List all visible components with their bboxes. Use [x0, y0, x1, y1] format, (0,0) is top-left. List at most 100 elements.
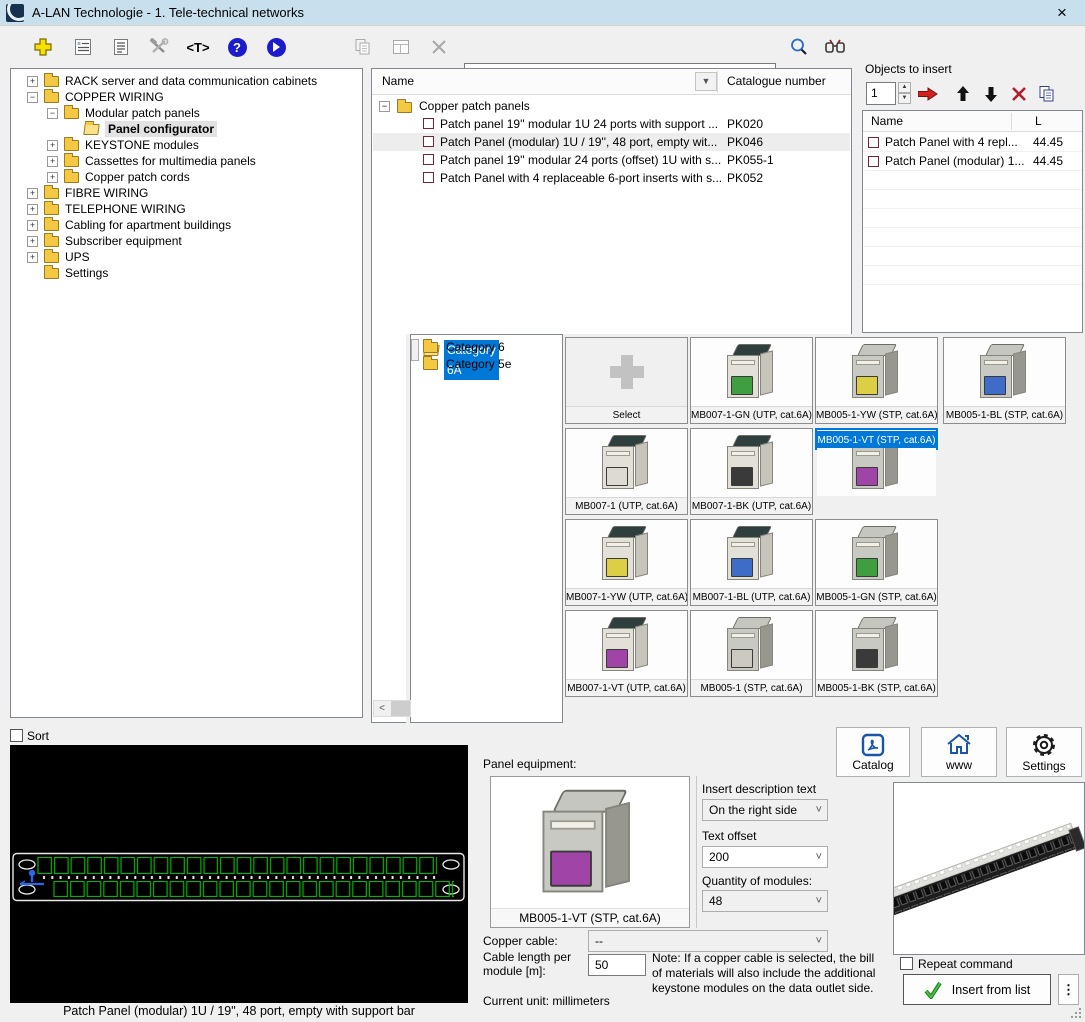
tools-button[interactable] — [146, 34, 172, 60]
module-tile-selected[interactable]: MB005-1-VT (STP, cat.6A) — [815, 428, 938, 450]
scroll-left-icon[interactable]: < — [374, 701, 390, 716]
table-row[interactable]: Patch panel 19'' modular 24 ports (offse… — [373, 151, 850, 169]
quantity-stepper[interactable] — [866, 82, 896, 105]
repeat-command-checkbox[interactable] — [900, 957, 913, 970]
expand-icon[interactable]: + — [27, 188, 38, 199]
category-item-5e[interactable]: Category 5e — [411, 356, 562, 373]
delete-button-disabled[interactable] — [426, 34, 452, 60]
tree-item-apartment-cabling[interactable]: +Cabling for apartment buildings — [11, 217, 362, 233]
help-button[interactable]: ? — [224, 34, 250, 60]
expand-icon[interactable]: + — [27, 204, 38, 215]
insert-from-list-button[interactable]: Insert from list — [903, 974, 1051, 1005]
move-up-button[interactable] — [950, 82, 976, 105]
repeat-command-label: Repeat command — [918, 957, 1013, 971]
tree-item-subscriber-equipment[interactable]: +Subscriber equipment — [11, 233, 362, 249]
expand-icon[interactable]: + — [27, 252, 38, 263]
details-button-disabled[interactable] — [388, 34, 414, 60]
www-button[interactable]: www — [921, 727, 997, 777]
insert-to-list-button[interactable] — [915, 82, 941, 105]
spin-up-icon[interactable]: ▲ — [898, 82, 911, 93]
tree-item-ups[interactable]: +UPS — [11, 249, 362, 265]
list-view-button[interactable] — [70, 34, 96, 60]
tree-item-keystone-modules[interactable]: +KEYSTONE modules — [11, 137, 362, 153]
remove-from-list-button[interactable] — [1006, 82, 1032, 105]
more-options-button[interactable]: ⋮ — [1058, 974, 1079, 1005]
panel-equipment-title: Panel equipment: — [483, 757, 576, 771]
column-header-name[interactable]: Name — [871, 114, 903, 128]
module-tile[interactable]: MB007-1-YW (UTP, cat.6A) — [565, 519, 688, 606]
selected-module-box[interactable]: MB005-1-VT (STP, cat.6A) — [490, 776, 690, 928]
module-tile[interactable]: MB007-1-VT (UTP, cat.6A) — [565, 610, 688, 697]
tree-item-cassettes[interactable]: +Cassettes for multimedia panels — [11, 153, 362, 169]
expand-icon[interactable]: + — [47, 140, 58, 151]
objects-list-row[interactable]: Patch Panel (modular) 1... 44.45 — [863, 152, 1082, 171]
expand-icon[interactable]: + — [47, 172, 58, 183]
module-tile[interactable]: MB007-1-GN (UTP, cat.6A) — [690, 337, 813, 424]
table-row-selected[interactable]: Patch Panel (modular) 1U / 19'', 48 port… — [373, 133, 850, 151]
module-tile[interactable]: MB005-1-BL (STP, cat.6A) — [943, 337, 1066, 424]
sort-checkbox[interactable] — [10, 729, 23, 742]
module-tile[interactable]: MB007-1-BK (UTP, cat.6A) — [690, 428, 813, 515]
module-tile[interactable]: MB007-1 (UTP, cat.6A) — [565, 428, 688, 515]
quantity-of-modules-select[interactable]: 48˅ — [702, 890, 828, 912]
cable-length-field[interactable] — [588, 954, 646, 976]
table-group-row[interactable]: − Copper patch panels — [373, 97, 850, 115]
collapse-icon[interactable]: − — [27, 92, 38, 103]
tree-item-telephone-wiring[interactable]: +TELEPHONE WIRING — [11, 201, 362, 217]
tree-item-rack[interactable]: +RACK server and data communication cabi… — [11, 73, 362, 89]
spin-down-icon[interactable]: ▼ — [898, 93, 911, 104]
table-row[interactable]: Patch panel 19'' modular 1U 24 ports wit… — [373, 115, 850, 133]
tree-item-copper-wiring[interactable]: −COPPER WIRING — [11, 89, 362, 105]
expand-icon[interactable]: + — [47, 156, 58, 167]
horizontal-scrollbar[interactable]: < — [373, 700, 411, 717]
settings-button[interactable]: Settings — [1006, 727, 1082, 777]
scrollbar-thumb[interactable] — [391, 701, 410, 716]
module-tile[interactable]: MB005-1-YW (STP, cat.6A) — [815, 337, 938, 424]
objects-list-header: Name L — [863, 111, 1082, 132]
catalog-button[interactable]: Catalog — [836, 727, 910, 777]
table-row[interactable]: Patch Panel with 4 replaceable 6-port in… — [373, 169, 850, 187]
expand-icon[interactable]: + — [27, 236, 38, 247]
category-item-6[interactable]: Category 6 — [411, 339, 562, 356]
tree-item-copper-patch-cords[interactable]: +Copper patch cords — [11, 169, 362, 185]
module-tile[interactable]: MB005-1 (STP, cat.6A) — [690, 610, 813, 697]
document-view-button[interactable] — [108, 34, 134, 60]
expand-icon[interactable]: + — [27, 220, 38, 231]
plus-icon — [610, 355, 644, 389]
module-tile[interactable]: MB005-1-BK (STP, cat.6A) — [815, 610, 938, 697]
copy-button-disabled[interactable] — [350, 34, 376, 60]
collapse-icon[interactable]: − — [379, 101, 390, 112]
current-unit-label: Current unit: millimeters — [483, 994, 610, 1008]
objects-list-row[interactable]: Patch Panel with 4 repl... 44.45 — [863, 133, 1082, 152]
move-down-button[interactable] — [978, 82, 1004, 105]
insert-description-select[interactable]: On the right side˅ — [702, 799, 828, 821]
search-button[interactable] — [786, 34, 812, 60]
copper-cable-select[interactable]: --˅ — [588, 930, 828, 952]
module-tile[interactable]: MB005-1-GN (STP, cat.6A) — [815, 519, 938, 606]
text-offset-select[interactable]: 200˅ — [702, 846, 828, 868]
filter-dropdown-icon[interactable]: ▼ — [695, 72, 717, 91]
expand-icon[interactable]: + — [27, 76, 38, 87]
column-header-name[interactable]: Name — [382, 74, 414, 88]
collapse-icon[interactable]: − — [47, 108, 58, 119]
tree-item-panel-configurator[interactable]: Panel configurator — [11, 121, 362, 137]
column-header-catalogue[interactable]: Catalogue number — [727, 74, 826, 88]
keystone-module-icon — [724, 343, 780, 401]
module-tile-select[interactable]: Select — [565, 337, 688, 424]
panel-preview-canvas[interactable] — [10, 745, 468, 1003]
column-header-length[interactable]: L — [1035, 114, 1042, 128]
tree-item-fibre-wiring[interactable]: +FIBRE WIRING — [11, 185, 362, 201]
tree-item-settings[interactable]: Settings — [11, 265, 362, 281]
module-tile[interactable]: MB007-1-BL (UTP, cat.6A) — [690, 519, 813, 606]
tree-item-modular-patch-panels[interactable]: −Modular patch panels — [11, 105, 362, 121]
quantity-input[interactable] — [867, 83, 893, 102]
find-button[interactable] — [822, 34, 848, 60]
run-button[interactable] — [263, 34, 289, 60]
selected-keystone-module-icon — [537, 787, 643, 897]
text-tool-button[interactable]: <T> — [185, 34, 211, 60]
quantity-spin-buttons[interactable]: ▲ ▼ — [898, 82, 911, 105]
resize-grip[interactable] — [1069, 1006, 1082, 1019]
close-icon[interactable]: × — [1039, 0, 1085, 26]
duplicate-button[interactable] — [1034, 82, 1060, 105]
add-button[interactable] — [30, 34, 56, 60]
